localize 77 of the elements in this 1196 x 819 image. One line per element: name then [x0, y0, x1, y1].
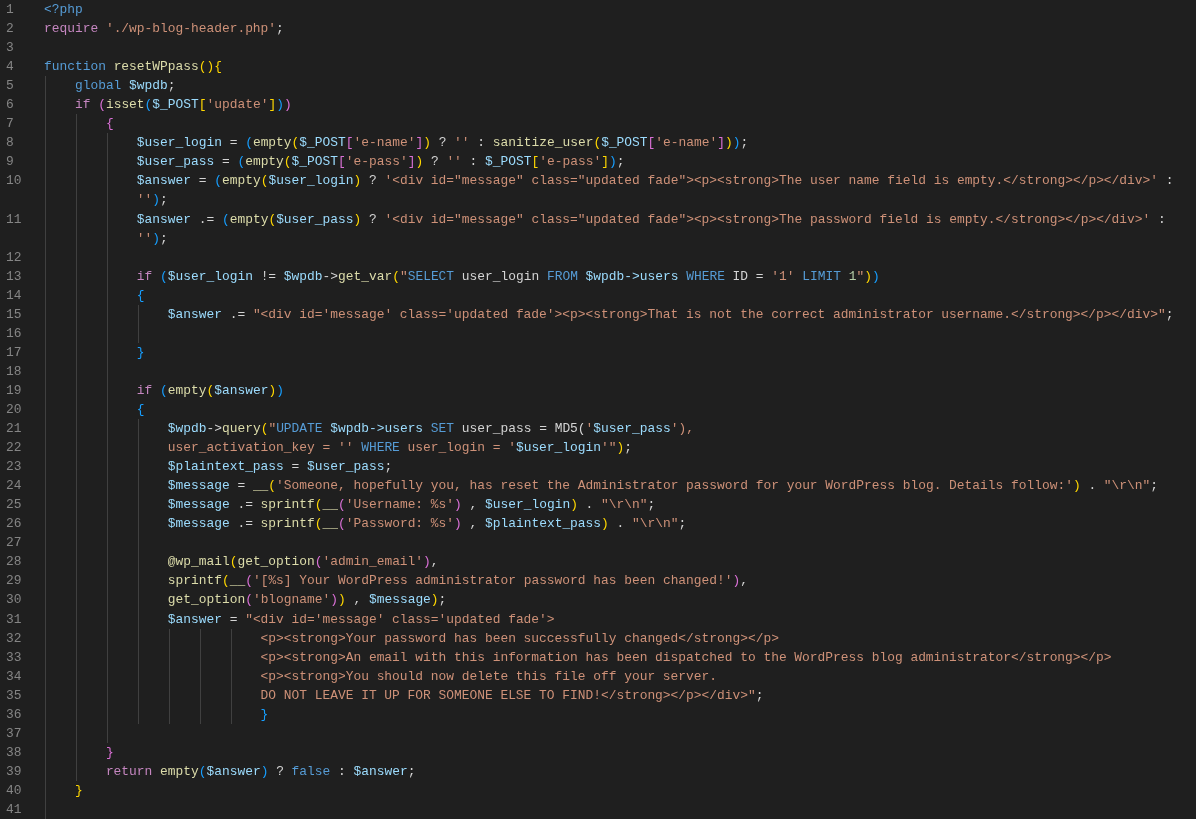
- line-number: 11: [5, 210, 22, 229]
- line-number: 19: [5, 381, 22, 400]
- code-line: }: [135, 344, 145, 360]
- code-line: $answer = (empty($user_login) ? '<div id="message" class="updated fade"><p><strong>The user name field is empty.</strong></p></div>' :: [135, 173, 1174, 189]
- line-number: 6: [5, 96, 14, 115]
- line-number: 10: [5, 172, 22, 191]
- line-number: 21: [5, 420, 22, 439]
- line-number: 25: [5, 496, 22, 515]
- line-number: 30: [5, 591, 22, 610]
- line-number: 7: [5, 115, 14, 134]
- code-line: global $wpdb;: [73, 78, 176, 94]
- line-number: 18: [5, 362, 22, 381]
- line-number: 9: [5, 153, 14, 172]
- line-number: 16: [5, 324, 22, 343]
- line-number: 33: [5, 648, 22, 667]
- line-number: 41: [5, 800, 22, 819]
- code-line: $user_pass = (empty($_POST['e-pass']) ? '' : $_POST['e-pass']);: [135, 154, 625, 170]
- code-line: return empty($answer) ? false : $answer;: [104, 763, 416, 779]
- line-number: 8: [5, 134, 14, 153]
- line-number: 36: [5, 705, 22, 724]
- line-number: 26: [5, 515, 22, 534]
- code-line: {: [104, 116, 114, 132]
- line-number: 17: [5, 343, 22, 362]
- code-line: $answer .= "<div id='message' class='updated fade'><p><strong>That is not the correct administrator username.</strong></p></div>";: [166, 306, 1174, 322]
- code-line: @wp_mail(get_option('admin_email'),: [166, 554, 439, 570]
- code-line: $wpdb->query("UPDATE $wpdb->users SET user_pass = MD5('$user_pass'),: [166, 421, 694, 437]
- code-line: $message .= sprintf(__('Username: %s') , $user_login) . "\r\n";: [166, 497, 656, 513]
- code-line: <?php: [44, 2, 83, 17]
- line-number: 28: [5, 553, 22, 572]
- line-number: 34: [5, 667, 22, 686]
- code-line: <p><strong>You should now delete this file off your server.: [259, 668, 717, 684]
- line-number: 29: [5, 572, 22, 591]
- line-number: 3: [5, 39, 14, 58]
- line-number: 1: [5, 1, 14, 19]
- line-number: 23: [5, 458, 22, 477]
- code-line: {: [135, 287, 145, 303]
- line-number: 35: [5, 686, 22, 705]
- code-line: '');: [136, 192, 168, 208]
- code-line: function resetWPpass(){: [44, 59, 222, 75]
- code-line: $answer = "<div id='message' class='updated fade'>: [166, 611, 555, 627]
- code-line: $answer .= (empty($user_pass) ? '<div id="message" class="updated fade"><p><strong>The password field is empty.</strong></p></div>' :: [135, 211, 1166, 227]
- line-number: 40: [5, 781, 22, 800]
- code-line: if (isset($_POST['update'])): [73, 97, 292, 113]
- line-number: 24: [5, 477, 22, 496]
- line-number: 13: [5, 267, 22, 286]
- line-number: 37: [5, 724, 22, 743]
- line-number: 14: [5, 286, 22, 305]
- code-line: get_option('blogname')) , $message);: [166, 592, 447, 608]
- code-line: <p><strong>An email with this information has been dispatched to the WordPress blog administrator</strong></p>: [259, 649, 1112, 665]
- code-line: user_activation_key = '' WHERE user_login = '$user_login'");: [166, 440, 632, 456]
- code-line: }: [73, 782, 83, 798]
- code-line: require './wp-blog-header.php';: [44, 21, 284, 37]
- line-number: 5: [5, 77, 14, 96]
- code-line: if ($user_login != $wpdb->get_var("SELECT user_login FROM $wpdb->users WHERE ID = '1' LIMIT 1")): [135, 268, 880, 284]
- line-number: 31: [5, 610, 22, 629]
- code-line: $plaintext_pass = $user_pass;: [166, 459, 393, 475]
- code-line: }: [259, 706, 269, 722]
- code-line: <p><strong>Your password has been successfully changed</strong></p>: [259, 630, 779, 646]
- code-line: }: [104, 744, 114, 760]
- line-number: 4: [5, 58, 14, 77]
- code-line: {: [135, 402, 145, 417]
- code-line: $message = __('Someone, hopefully you, has reset the Administrator password for your WordPress blog. Details follow:') . "\r\n";: [166, 478, 1159, 494]
- code-line: $message .= sprintf(__('Password: %s') , $plaintext_pass) . "\r\n";: [166, 516, 687, 532]
- line-number: 32: [5, 629, 22, 648]
- line-number: 15: [5, 305, 22, 324]
- line-number: 2: [5, 20, 14, 39]
- line-number: 20: [5, 401, 22, 419]
- line-number: 22: [5, 439, 22, 458]
- code-line: '');: [136, 230, 168, 246]
- line-number: 27: [5, 534, 22, 553]
- line-number: 39: [5, 762, 22, 781]
- code-line: DO NOT LEAVE IT UP FOR SOMEONE ELSE TO FIND!</strong></p></div>";: [259, 687, 764, 703]
- line-number: 38: [5, 743, 22, 762]
- code-line: sprintf(__('[%s] Your WordPress administrator password has been changed!'),: [166, 573, 749, 589]
- code-line: if (empty($answer)): [135, 382, 284, 398]
- code-line: $user_login = (empty($_POST['e-name']) ? '' : sanitize_user($_POST['e-name']));: [135, 135, 749, 151]
- line-number: 12: [5, 248, 22, 267]
